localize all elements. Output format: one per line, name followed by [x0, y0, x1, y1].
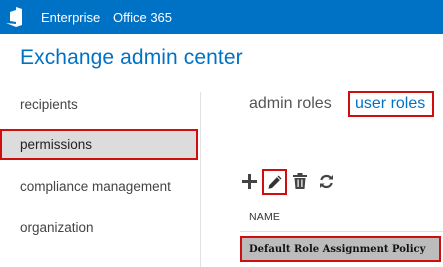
tab-user-roles-label: user roles	[355, 95, 426, 112]
nav-divider	[200, 92, 201, 267]
nav-item-organization[interactable]: organization	[20, 220, 94, 235]
edit-button[interactable]	[262, 169, 287, 195]
top-link-office-365[interactable]: Office 365	[113, 10, 172, 25]
nav-item-recipients[interactable]: recipients	[20, 97, 78, 112]
office-logo-icon[interactable]	[5, 6, 23, 28]
column-header-name[interactable]: NAME	[249, 211, 280, 223]
top-navigation-bar: Enterprise Office 365	[0, 0, 443, 34]
table-row[interactable]: Default Role Assignment Policy	[240, 236, 441, 262]
tab-user-roles[interactable]: user roles	[348, 91, 434, 117]
add-icon	[241, 173, 257, 189]
delete-icon	[293, 173, 307, 189]
delete-button[interactable]	[292, 172, 308, 190]
table-header-divider	[240, 231, 443, 232]
edit-icon	[268, 175, 282, 189]
refresh-button[interactable]	[318, 172, 335, 190]
table-cell-name: Default Role Assignment Policy	[249, 244, 426, 255]
add-button[interactable]	[240, 171, 258, 191]
nav-item-permissions[interactable]: permissions	[0, 129, 198, 160]
nav-item-compliance-management[interactable]: compliance management	[20, 179, 171, 194]
page-title: Exchange admin center	[20, 46, 243, 69]
tab-admin-roles[interactable]: admin roles	[249, 95, 332, 113]
nav-item-permissions-label: permissions	[20, 137, 93, 152]
top-link-enterprise[interactable]: Enterprise	[41, 10, 100, 25]
refresh-icon	[320, 174, 333, 188]
